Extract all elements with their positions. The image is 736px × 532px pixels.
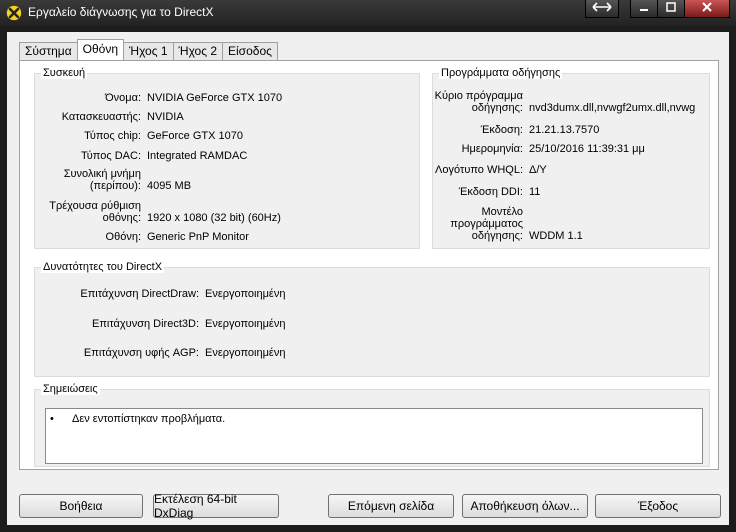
dac-type-value: Integrated RAMDAC: [147, 150, 248, 162]
monitor-value: Generic PnP Monitor: [147, 231, 249, 243]
direct3d-acceleration-row: Επιτάχυνση Direct3D: Ενεργοποιημένη: [35, 318, 285, 330]
manufacturer-value: NVIDIA: [147, 111, 184, 123]
notes-group-title: Σημειώσεις: [41, 383, 100, 395]
driver-model-row: Μοντέλο προγράμματος οδήγησης: WDDM 1.1: [433, 206, 583, 242]
whql-logo-value: Δ/Υ: [529, 164, 547, 176]
device-group: Συσκευή Όνομα: NVIDIA GeForce GTX 1070 Κ…: [34, 67, 420, 249]
directx-features-group: Δυνατότητες του DirectX Επιτάχυνση Direc…: [34, 261, 710, 377]
dac-type-label: Τύπος DAC:: [81, 150, 141, 162]
directdraw-acceleration-row: Επιτάχυνση DirectDraw: Ενεργοποιημένη: [35, 288, 285, 300]
driver-model-label: Μοντέλο προγράμματος οδήγησης:: [450, 206, 523, 242]
run-64bit-dxdiag-button[interactable]: Εκτέλεση 64-bit DxDiag: [153, 492, 279, 520]
current-display-mode-value: 1920 x 1080 (32 bit) (60Hz): [147, 212, 281, 224]
tab-sound-1[interactable]: Ήχος 1: [123, 42, 174, 60]
driver-version-label: Έκδοση:: [480, 124, 523, 136]
notes-group: Σημειώσεις • Δεν εντοπίστηκαν προβλήματα…: [34, 383, 710, 467]
driver-version-row: Έκδοση: 21.21.13.7570: [433, 124, 600, 136]
directdraw-acceleration-value: Ενεργοποιημένη: [205, 288, 286, 300]
driver-model-value: WDDM 1.1: [529, 230, 583, 242]
total-memory-value: 4095 MB: [147, 180, 192, 192]
directdraw-acceleration-label: Επιτάχυνση DirectDraw:: [80, 288, 199, 300]
tab-display[interactable]: Οθόνη: [76, 39, 125, 60]
chip-type-row: Τύπος chip: GeForce GTX 1070: [35, 130, 243, 142]
monitor-row: Οθόνη: Generic PnP Monitor: [35, 231, 249, 243]
resize-snap-button[interactable]: [585, 0, 619, 18]
close-icon: [701, 1, 713, 16]
help-button[interactable]: Βοήθεια: [19, 494, 143, 518]
monitor-label: Οθόνη:: [105, 231, 141, 243]
ddi-version-value: 11: [529, 186, 541, 198]
dxdiag-window: Εργαλείο διάγνωσης για το DirectX Σύστημ…: [0, 0, 736, 532]
chip-type-value: GeForce GTX 1070: [147, 130, 243, 142]
total-memory-label: Συνολική μνήμη (περίπου):: [63, 168, 141, 192]
ddi-version-label: Έκδοση DDI:: [458, 186, 523, 198]
maximize-icon: [666, 2, 676, 15]
dac-type-row: Τύπος DAC: Integrated RAMDAC: [35, 150, 247, 162]
device-name-row: Όνομα: NVIDIA GeForce GTX 1070: [35, 92, 282, 104]
driver-date-label: Ημερομηνία:: [461, 143, 523, 155]
driver-version-value: 21.21.13.7570: [529, 124, 600, 136]
notes-textbox[interactable]: • Δεν εντοπίστηκαν προβλήματα.: [45, 408, 703, 464]
chip-type-label: Τύπος chip:: [84, 130, 141, 142]
exit-button[interactable]: Έξοδος: [595, 494, 721, 518]
dialog-client-area: Σύστημα Οθόνη Ήχος 1 Ήχος 2 Είσοδος Συσκ…: [7, 32, 729, 525]
main-driver-label: Κύριο πρόγραμμα οδήγησης:: [434, 90, 523, 114]
minimize-icon: [639, 2, 649, 15]
tab-sound-2[interactable]: Ήχος 2: [172, 42, 224, 60]
total-memory-row: Συνολική μνήμη (περίπου): 4095 MB: [35, 168, 191, 192]
save-all-information-button[interactable]: Αποθήκευση όλων...: [462, 494, 588, 518]
double-arrow-icon: [592, 2, 612, 15]
direct3d-acceleration-value: Ενεργοποιημένη: [205, 318, 286, 330]
agp-texture-acceleration-label: Επιτάχυνση υφής AGP:: [83, 347, 199, 359]
display-tab-panel: Συσκευή Όνομα: NVIDIA GeForce GTX 1070 Κ…: [19, 60, 719, 470]
maximize-button[interactable]: [657, 0, 685, 18]
window-title: Εργαλείο διάγνωσης για το DirectX: [28, 5, 214, 19]
bullet-icon: •: [50, 413, 54, 425]
driver-date-value: 25/10/2016 11:39:31 μμ: [529, 143, 645, 155]
driver-date-row: Ημερομηνία: 25/10/2016 11:39:31 μμ: [433, 143, 645, 155]
next-page-button[interactable]: Επόμενη σελίδα: [328, 494, 454, 518]
main-driver-row: Κύριο πρόγραμμα οδήγησης: nvd3dumx.dll,n…: [433, 90, 709, 114]
drivers-group: Προγράμματα οδήγησης Κύριο πρόγραμμα οδή…: [432, 67, 710, 249]
directx-x-icon: [6, 5, 22, 21]
device-group-title: Συσκευή: [41, 67, 88, 79]
direct3d-acceleration-label: Επιτάχυνση Direct3D:: [91, 318, 199, 330]
device-name-label: Όνομα:: [105, 92, 141, 104]
device-name-value: NVIDIA GeForce GTX 1070: [147, 92, 283, 104]
whql-logo-row: Λογότυπο WHQL: Δ/Υ: [433, 164, 547, 176]
directx-features-group-title: Δυνατότητες του DirectX: [41, 261, 165, 273]
notes-item: • Δεν εντοπίστηκαν προβλήματα.: [50, 413, 225, 425]
notes-item-text: Δεν εντοπίστηκαν προβλήματα.: [72, 413, 226, 425]
main-driver-value: nvd3dumx.dll,nvwgf2umx.dll,nvwg: [529, 102, 696, 114]
agp-texture-acceleration-value: Ενεργοποιημένη: [205, 347, 286, 359]
tab-input[interactable]: Είσοδος: [222, 42, 278, 60]
tab-system[interactable]: Σύστημα: [19, 42, 78, 60]
manufacturer-label: Κατασκευαστής:: [61, 111, 141, 123]
current-display-mode-label: Τρέχουσα ρύθμιση οθόνης:: [49, 200, 141, 224]
close-button[interactable]: [684, 0, 730, 18]
manufacturer-row: Κατασκευαστής: NVIDIA: [35, 111, 184, 123]
current-display-mode-row: Τρέχουσα ρύθμιση οθόνης: 1920 x 1080 (32…: [35, 200, 281, 224]
minimize-button[interactable]: [630, 0, 658, 18]
ddi-version-row: Έκδοση DDI: 11: [433, 186, 541, 198]
drivers-group-title: Προγράμματα οδήγησης: [439, 67, 563, 79]
agp-texture-acceleration-row: Επιτάχυνση υφής AGP: Ενεργοποιημένη: [35, 347, 286, 359]
tab-strip: Σύστημα Οθόνη Ήχος 1 Ήχος 2 Είσοδος: [19, 39, 278, 60]
whql-logo-label: Λογότυπο WHQL:: [435, 164, 523, 176]
title-bar[interactable]: Εργαλείο διάγνωσης για το DirectX: [0, 0, 736, 26]
